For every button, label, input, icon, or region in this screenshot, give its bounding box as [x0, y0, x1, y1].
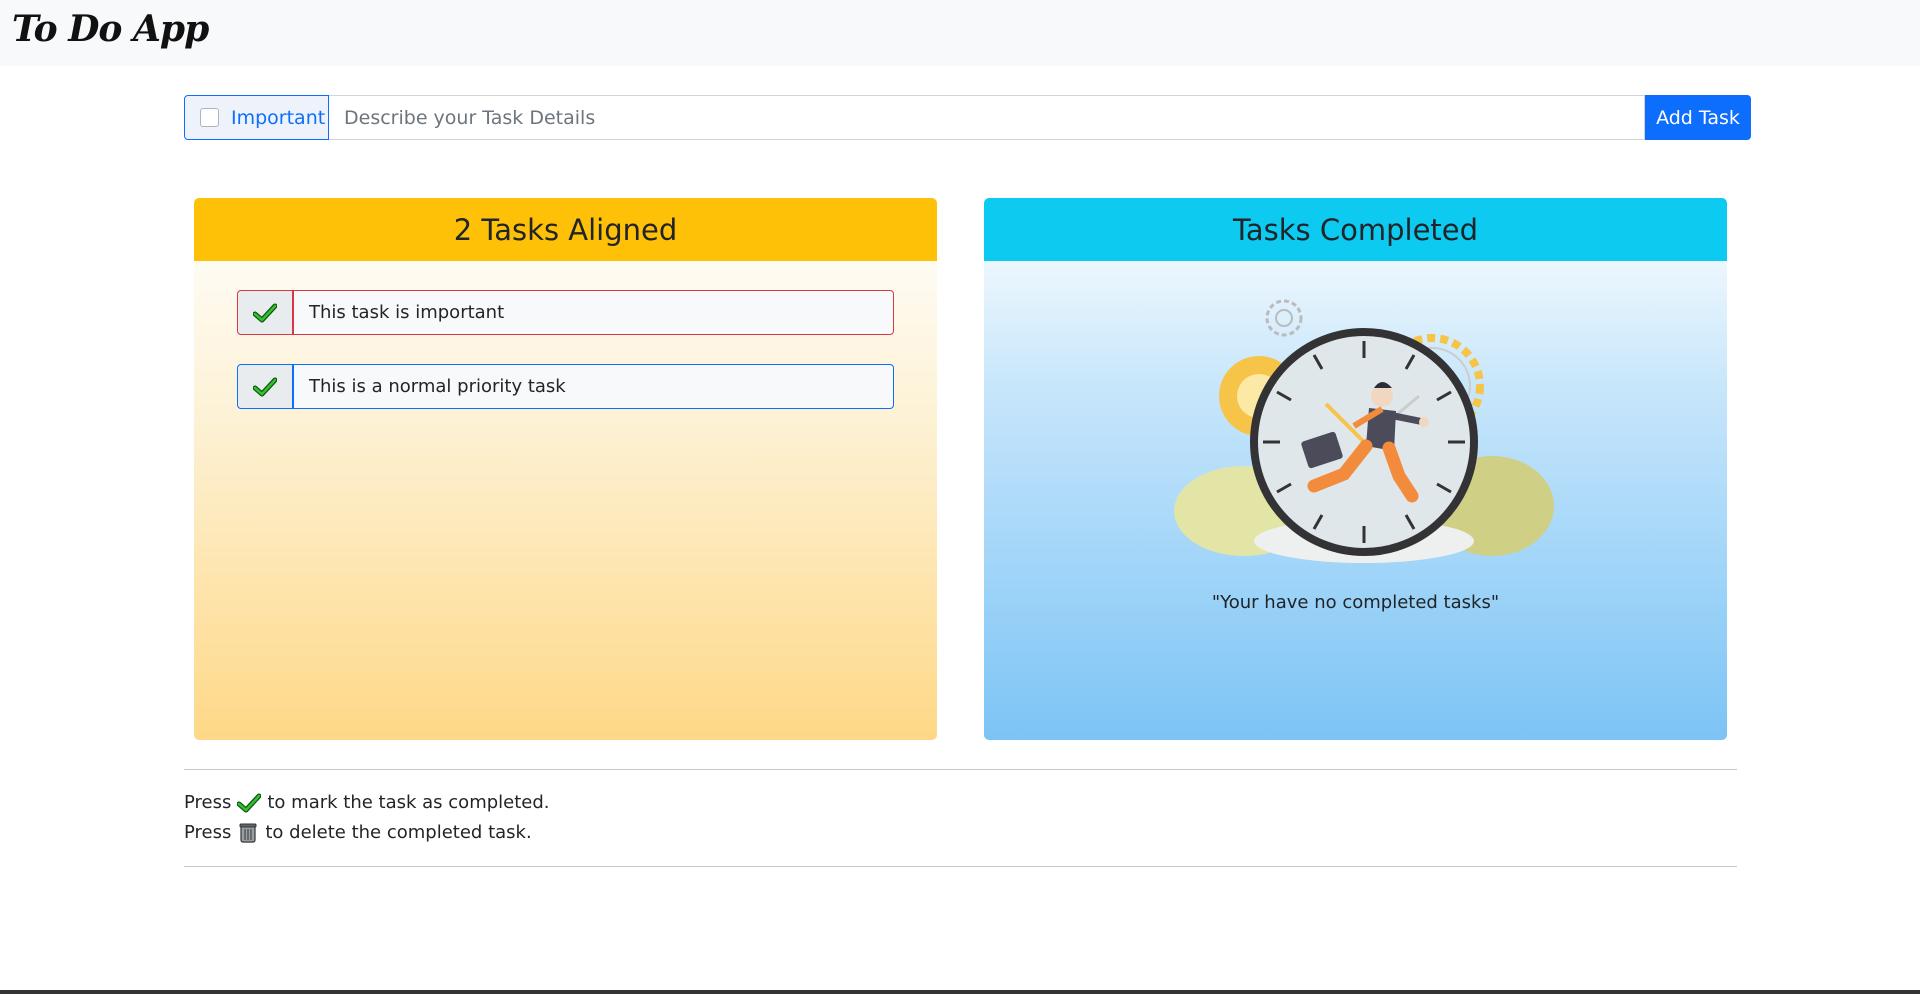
tasks-aligned-panel: 2 Tasks Aligned This task is important T…	[194, 198, 937, 740]
tasks-completed-title: Tasks Completed	[984, 198, 1727, 261]
running-man-clock-illustration	[1174, 299, 1554, 563]
checkmark-icon	[253, 377, 277, 396]
task-item-important: This task is important	[237, 290, 894, 335]
help-press-text: Press	[184, 821, 232, 843]
help-delete-line: Press to delete the completed task.	[184, 821, 532, 843]
divider	[184, 866, 1737, 867]
navbar: To Do App	[0, 0, 1920, 66]
help-complete-line: Press to mark the task as completed.	[184, 792, 550, 813]
complete-task-button[interactable]	[237, 364, 293, 409]
complete-task-button[interactable]	[237, 290, 293, 335]
task-text: This task is important	[293, 290, 894, 335]
add-task-form: Important Describe your Task Details Add…	[184, 95, 1751, 140]
window-bottom-edge	[0, 990, 1920, 994]
checkmark-icon	[253, 303, 277, 322]
important-label: Important	[231, 106, 326, 129]
help-press-text: Press	[184, 792, 232, 813]
divider	[184, 769, 1737, 770]
task-item-normal: This is a normal priority task	[237, 364, 894, 409]
trash-can-icon	[239, 823, 257, 843]
add-task-button[interactable]: Add Task	[1645, 95, 1751, 140]
tasks-aligned-title: 2 Tasks Aligned	[194, 198, 937, 261]
app-title: To Do App	[12, 8, 209, 50]
checkmark-icon	[237, 793, 262, 812]
no-completed-message: "Your have no completed tasks"	[1211, 592, 1500, 613]
tasks-completed-panel: Tasks Completed "Your have no completed …	[984, 198, 1727, 740]
help-delete-text: to delete the completed task.	[265, 821, 532, 843]
important-toggle[interactable]: Important	[184, 95, 329, 140]
task-details-input[interactable]: Describe your Task Details	[329, 95, 1645, 140]
help-complete-text: to mark the task as completed.	[267, 792, 550, 813]
important-checkbox[interactable]	[200, 108, 219, 127]
task-text: This is a normal priority task	[293, 364, 894, 409]
